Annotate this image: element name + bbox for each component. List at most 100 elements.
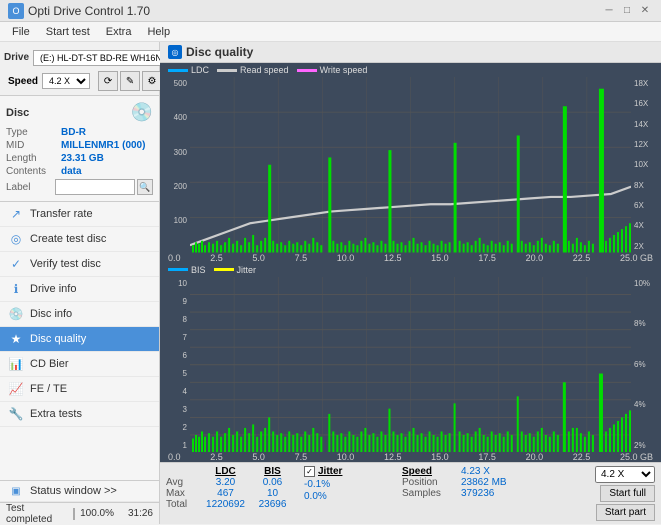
speed-select-bottom[interactable]: 4.2 X [595, 466, 655, 483]
sidebar-item-fe-te[interactable]: 📈 FE / TE [0, 377, 159, 402]
speed-select[interactable]: 4.2 X [42, 73, 90, 89]
disc-mid-label: MID [6, 140, 61, 151]
maximize-button[interactable]: □ [619, 3, 635, 19]
ldc-bis-stats: LDC BIS Avg 3.20 0.06 Max 467 10 Total 1… [166, 466, 296, 510]
sidebar-item-drive-info[interactable]: ℹ Drive info [0, 277, 159, 302]
speed-header: Speed [402, 466, 457, 477]
disc-type-value: BD-R [61, 127, 86, 138]
avg-jitter: -0.1% [304, 479, 394, 490]
extra-tests-icon: 🔧 [8, 407, 24, 421]
refresh-button[interactable]: ⟳ [98, 71, 118, 91]
read-legend-item: Read speed [217, 65, 289, 75]
disc-quality-label: Disc quality [30, 333, 86, 345]
disc-icon: 💿 [131, 102, 153, 123]
app-icon: O [8, 3, 24, 19]
disc-label-btn[interactable]: 🔍 [137, 179, 153, 195]
bis-header: BIS [250, 466, 295, 477]
total-ldc: 1220692 [203, 499, 248, 510]
drive-info-label: Drive info [30, 283, 76, 295]
start-part-button[interactable]: Start part [596, 504, 655, 521]
bottom-x-axis: 0.0 2.5 5.0 7.5 10.0 12.5 15.0 17.5 20.0… [160, 452, 661, 462]
disc-contents-label: Contents [6, 166, 61, 177]
position-label: Position [402, 477, 457, 488]
bis-legend-item: BIS [168, 265, 206, 275]
ldc-legend-label: LDC [191, 65, 209, 75]
menubar: File Start test Extra Help [0, 22, 661, 42]
drive-info-icon: ℹ [8, 282, 24, 296]
bottom-y-axis-left: 10 9 8 7 6 5 4 3 2 1 [160, 277, 190, 453]
write-legend-label: Write speed [320, 65, 368, 75]
top-y-axis-right: 18X 16X 14X 12X 10X 8X 6X 4X 2X [631, 77, 661, 253]
speed-label: Speed [8, 76, 38, 87]
menu-extra[interactable]: Extra [98, 24, 140, 40]
bottom-legend: BIS Jitter [160, 263, 661, 277]
bottom-chart-container: BIS Jitter 10 9 8 7 6 5 4 3 2 [160, 263, 661, 463]
ldc-legend-item: LDC [168, 65, 209, 75]
samples-label: Samples [402, 488, 457, 499]
close-button[interactable]: ✕ [637, 3, 653, 19]
disc-quality-header: ◎ Disc quality [160, 42, 661, 63]
disc-mid-value: MILLENMR1 (000) [61, 140, 145, 151]
disc-length-label: Length [6, 153, 61, 164]
bottom-y-axis-right: 10% 8% 6% 4% 2% [631, 277, 661, 453]
sidebar-item-extra-tests[interactable]: 🔧 Extra tests [0, 402, 159, 427]
sidebar-item-create-test-disc[interactable]: ◎ Create test disc [0, 227, 159, 252]
sidebar-item-cd-bier[interactable]: 📊 CD Bier [0, 352, 159, 377]
menu-file[interactable]: File [4, 24, 38, 40]
transfer-rate-icon: ↗ [8, 207, 24, 221]
speed-position-stats: Speed 4.23 X Position 23862 MB Samples 3… [402, 466, 526, 499]
disc-label-input[interactable] [55, 179, 135, 195]
status-window-label: Status window >> [30, 485, 117, 497]
cd-bier-label: CD Bier [30, 358, 69, 370]
avg-ldc: 3.20 [203, 477, 248, 488]
disc-quality-header-icon: ◎ [168, 45, 182, 59]
sidebar-item-transfer-rate[interactable]: ↗ Transfer rate [0, 202, 159, 227]
total-label: Total [166, 499, 201, 510]
start-full-button[interactable]: Start full [600, 485, 655, 502]
disc-info-icon: 💿 [8, 307, 24, 321]
disc-quality-icon: ★ [8, 332, 24, 346]
avg-label: Avg [166, 477, 201, 488]
stats-main-row: LDC BIS Avg 3.20 0.06 Max 467 10 Total 1… [166, 466, 655, 521]
disc-length-value: 23.31 GB [61, 153, 104, 164]
top-chart-svg [190, 77, 631, 253]
ldc-header: LDC [203, 466, 248, 477]
disc-title: Disc [6, 107, 29, 119]
top-chart-plot [190, 77, 631, 253]
disc-type-label: Type [6, 127, 61, 138]
top-x-axis: 0.0 2.5 5.0 7.5 10.0 12.5 15.0 17.5 20.0… [160, 253, 661, 263]
jitter-legend-color [214, 268, 234, 271]
progress-area: Test completed 100.0% 31:26 [0, 502, 159, 524]
bottom-chart-plot [190, 277, 631, 453]
cd-bier-icon: 📊 [8, 357, 24, 371]
fe-te-icon: 📈 [8, 382, 24, 396]
status-window-btn[interactable]: ▣ Status window >> [0, 481, 159, 502]
progress-percent: 100.0% [79, 508, 114, 519]
titlebar: O Opti Drive Control 1.70 ─ □ ✕ [0, 0, 661, 22]
menu-help[interactable]: Help [139, 24, 178, 40]
jitter-header: Jitter [318, 466, 342, 477]
speed-grid: Speed 4.23 X Position 23862 MB Samples 3… [402, 466, 526, 499]
write-legend-item: Write speed [297, 65, 368, 75]
titlebar-controls: ─ □ ✕ [601, 3, 653, 19]
disc-contents-value: data [61, 166, 82, 177]
speed-val: 4.23 X [461, 466, 526, 477]
jitter-checkbox[interactable]: ✓ [304, 466, 315, 477]
sidebar-item-disc-quality[interactable]: ★ Disc quality [0, 327, 159, 352]
top-y-axis-left: 500 400 300 200 100 [160, 77, 190, 253]
read-legend-label: Read speed [240, 65, 289, 75]
sidebar-item-disc-info[interactable]: 💿 Disc info [0, 302, 159, 327]
speed-buttons-col: 4.2 X Start full Start part [595, 466, 655, 521]
extra-tests-label: Extra tests [30, 408, 82, 420]
max-ldc: 467 [203, 488, 248, 499]
jitter-legend-item: Jitter [214, 265, 257, 275]
bis-legend-color [168, 268, 188, 271]
status-window-icon: ▣ [8, 486, 24, 497]
menu-start-test[interactable]: Start test [38, 24, 98, 40]
progress-time: 31:26 [118, 508, 153, 519]
status-section: ▣ Status window >> [0, 480, 159, 502]
sidebar-item-verify-test-disc[interactable]: ✓ Verify test disc [0, 252, 159, 277]
minimize-button[interactable]: ─ [601, 3, 617, 19]
max-bis: 10 [250, 488, 295, 499]
write-button[interactable]: ✎ [120, 71, 140, 91]
